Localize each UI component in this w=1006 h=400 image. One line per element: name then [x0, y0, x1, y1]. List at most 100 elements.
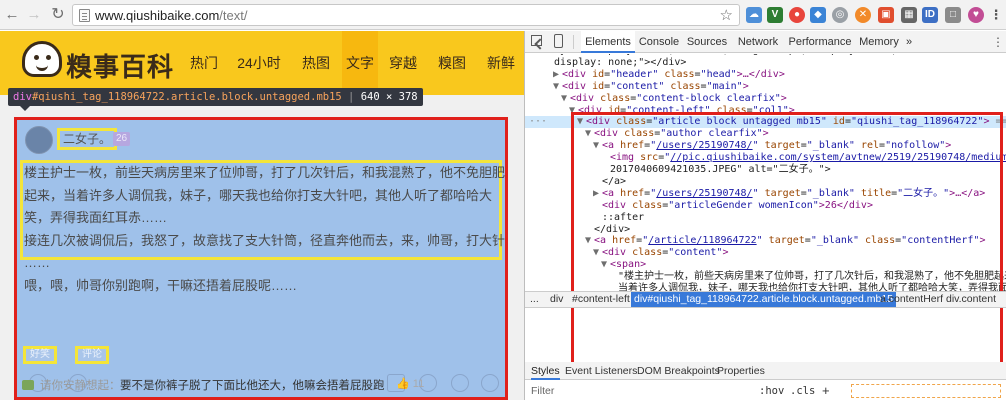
extension-pink-icon[interactable]: ♥	[968, 7, 984, 23]
expand-triangle-icon[interactable]: ▼	[569, 105, 578, 117]
url-path: /text/	[219, 8, 248, 23]
avatar[interactable]	[25, 126, 53, 154]
extension-square-icon[interactable]: □	[945, 7, 961, 23]
forward-arrow-icon[interactable]: →	[24, 5, 44, 25]
dom-node[interactable]: "楼主护士一枚，前些天病房里来了位帅哥，打了几次针后，和我混熟了，他不免胆肥起来…	[525, 271, 1006, 283]
extension-office-icon[interactable]: ▣	[878, 7, 894, 23]
site-logo-text[interactable]: 糗事百科	[66, 47, 174, 84]
dom-node[interactable]: ▼ <div id="content-left" class="col1">	[525, 105, 1006, 117]
menu-kebab-icon[interactable]: ⋮	[989, 7, 1003, 23]
extension-orange-icon[interactable]: ✕	[855, 7, 871, 23]
page-info-icon[interactable]	[79, 9, 90, 22]
tab-memory[interactable]: Memory	[855, 31, 903, 53]
nav-item-text[interactable]: 文字	[342, 31, 378, 95]
crumb-div[interactable]: div	[547, 292, 566, 307]
expand-triangle-icon[interactable]: ▼	[585, 128, 594, 140]
expand-triangle-icon[interactable]: ▼	[593, 140, 602, 152]
logo-face-icon[interactable]	[22, 41, 62, 77]
web-page: 糗事百科 热门 24小时 热图 文字 穿越 糗图 新鲜 div#qiushi_t…	[0, 31, 524, 400]
bookmark-star-icon[interactable]: ☆	[720, 6, 733, 24]
tab-dom-breakpoints[interactable]: DOM Breakpoints	[637, 362, 720, 380]
url-text[interactable]: www.qiushibaike.com/text/	[95, 8, 247, 23]
hover-state-toggle[interactable]: :hov	[759, 382, 784, 400]
article-block-highlight[interactable]: 二女子。 26 楼主护士一枚，前些天病房里来了位帅哥，打了几次针后，和我混熟了，…	[14, 117, 508, 400]
tab-properties[interactable]: Properties	[717, 362, 765, 380]
class-toggle[interactable]: .cls	[790, 382, 815, 400]
tab-elements[interactable]: Elements	[581, 31, 635, 53]
dom-node[interactable]: ▼ <div class="content">	[525, 247, 1006, 259]
more-tabs-icon[interactable]: »	[906, 31, 912, 53]
extension-id-icon[interactable]: ID	[922, 7, 938, 23]
funny-count: 好笑	[23, 346, 57, 364]
tab-network[interactable]: Network	[731, 31, 785, 53]
extension-v-icon[interactable]: V	[767, 7, 783, 23]
expand-triangle-icon[interactable]: ▶	[553, 69, 562, 81]
devtools-menu-icon[interactable]: ⋮	[992, 34, 1004, 50]
extension-gray-icon[interactable]: ◎	[832, 7, 848, 23]
new-style-rule-button[interactable]: +	[822, 382, 830, 400]
back-arrow-icon[interactable]: ←	[2, 5, 22, 25]
dom-node[interactable]: ▼ <a href="/article/118964722" target="_b…	[525, 235, 1006, 247]
device-toolbar-icon[interactable]	[554, 34, 563, 48]
dom-node-selected[interactable]: ··· ▼ <div class="article block untagged m…	[525, 116, 1006, 129]
address-bar[interactable]: www.qiushibaike.com/text/ ☆	[72, 4, 740, 26]
dom-node[interactable]: ▼ <a href="/users/25190748/" target="_bla…	[525, 140, 1006, 152]
dom-node[interactable]: </a>	[525, 176, 1006, 188]
nav-item-fresh[interactable]: 新鲜	[476, 31, 524, 95]
content-line: 笑，弄得我面红耳赤……	[24, 210, 168, 225]
expand-triangle-icon[interactable]: ▶	[593, 188, 602, 200]
crumb-content-href[interactable]: a.contentHerf	[877, 292, 946, 307]
dom-node[interactable]: ▼ <div class="author clearfix">	[525, 128, 1006, 140]
extension-blue-icon[interactable]: ◆	[810, 7, 826, 23]
dom-node[interactable]: ▼ <div class="content-block clearfix">	[525, 93, 1006, 105]
extension-weather-icon[interactable]: ☁	[746, 7, 762, 23]
tab-console[interactable]: Console	[635, 31, 683, 53]
dom-node[interactable]: ▶ <a href="/users/25190748/" target="_bla…	[525, 188, 1006, 200]
crumb-div-content[interactable]: div.content	[943, 292, 999, 307]
reload-icon[interactable]: ↻	[48, 5, 68, 25]
expand-triangle-icon[interactable]: ▼	[585, 235, 594, 247]
expand-triangle-icon[interactable]: ▼	[553, 81, 562, 93]
nav-item-travel[interactable]: 穿越	[378, 31, 428, 95]
dom-node[interactable]: ::after	[525, 212, 1006, 224]
nav-item-24h[interactable]: 24小时	[228, 31, 290, 95]
dom-node[interactable]: ▼ <span>	[525, 259, 1006, 271]
dom-node[interactable]: </div>	[525, 224, 1006, 236]
dom-node[interactable]: 2017040609421035.JPEG" alt="二女子。">	[525, 164, 1006, 176]
devtools-panel: Elements Console Sources Network Perform…	[524, 31, 1006, 400]
expand-triangle-icon[interactable]: ▼	[561, 93, 570, 105]
dom-node[interactable]: <div class="articleGender womenIcon">26<…	[525, 200, 1006, 212]
nav-item-hot[interactable]: 热门	[180, 31, 228, 95]
tab-performance[interactable]: Performance	[785, 31, 855, 53]
crumb-ellipsis[interactable]: ...	[527, 292, 542, 307]
hot-comment[interactable]: 请你安静想起： 要不是你裤子脱了下面比他还大，他嘛会捂着屁股跑 👍 11	[14, 372, 508, 400]
hot-comment-user[interactable]: 请你安静想起：	[40, 377, 121, 393]
dom-node[interactable]: 当着许多人调侃我，妹子，哪天我也给你打支大针吧，其他人听了都哈哈大笑，弄得我面红	[525, 283, 1006, 291]
dom-node[interactable]: ▶ <div id="header" class="head">…</div>	[525, 69, 1006, 81]
dom-tree[interactable]: tyle="display: none; "> ... , height: 0p…	[525, 54, 1006, 291]
tab-sources[interactable]: Sources	[683, 31, 731, 53]
browser-toolbar: ← → ↻ www.qiushibaike.com/text/ ☆ ☁ V ● …	[0, 0, 1006, 30]
dom-node[interactable]: <img src="//pic.qiushibaike.com/system/a…	[525, 152, 1006, 164]
expand-triangle-icon[interactable]: ▼	[593, 247, 602, 259]
nav-item-hot-pics[interactable]: 热图	[290, 31, 342, 95]
author-name[interactable]: 二女子。	[57, 128, 118, 150]
crumb-content-left[interactable]: #content-left	[569, 292, 633, 307]
nav-item-pics[interactable]: 糗图	[428, 31, 476, 95]
extension-badge-icon[interactable]: ●	[789, 7, 805, 23]
site-header: 糗事百科 热门 24小时 热图 文字 穿越 糗图 新鲜	[0, 31, 524, 95]
content-line: 起来，当着许多人调侃我，妹子，哪天我也给你打支大针吧，其他人听了都哈哈大	[24, 187, 493, 203]
expand-triangle-icon[interactable]: ▼	[601, 259, 610, 271]
filter-input[interactable]: Filter	[531, 382, 554, 400]
article-content[interactable]: 楼主护士一枚，前些天病房里来了位帅哥，打了几次针后，和我混熟了，他不免胆肥 起来…	[24, 162, 524, 297]
extension-grid-icon[interactable]: ▦	[901, 7, 917, 23]
crumb-selected-article[interactable]: div#qiushi_tag_118964722.article.block.u…	[631, 292, 896, 307]
tab-styles[interactable]: Styles	[531, 362, 560, 380]
tab-event-listeners[interactable]: Event Listeners	[565, 362, 637, 380]
dom-node[interactable]: ▼ <div id="content" class="main">	[525, 81, 1006, 93]
expand-triangle-icon[interactable]: ▼	[577, 116, 586, 128]
comment-count[interactable]: 评论	[75, 346, 109, 364]
inspect-element-icon[interactable]	[531, 35, 542, 46]
hot-comment-likes[interactable]: 👍 11	[396, 377, 424, 390]
dom-node[interactable]: display: none;"></div>	[525, 57, 1006, 69]
